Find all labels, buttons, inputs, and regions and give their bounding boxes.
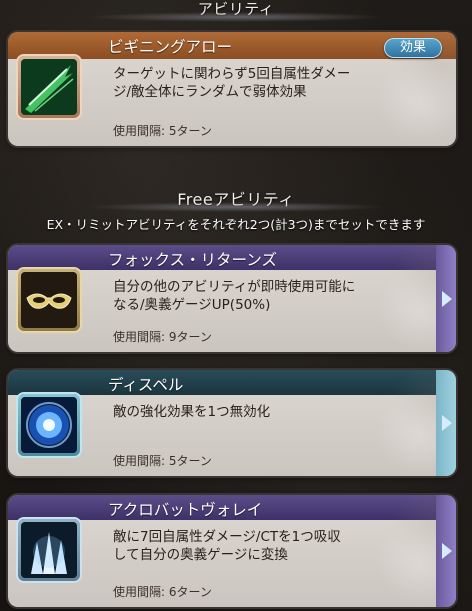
ability-cooldown: 使用間隔: 5ターン — [113, 124, 212, 138]
mask-icon — [21, 272, 77, 328]
ability-cooldown: 使用間隔: 9ターン — [113, 330, 212, 344]
ability-card-fox-returns[interactable]: フォックス・リターンズ 自分の他のアビリティが即時使用可能に なる/奥義ゲージU… — [8, 245, 456, 352]
header-ornament — [86, 12, 386, 22]
section-header-abilities: アビリティ — [0, 0, 472, 22]
ability-icon-frame — [18, 56, 80, 118]
effect-button[interactable]: 効果 — [384, 38, 442, 58]
desc-line: なる/奥義ゲージUP(50%) — [113, 297, 271, 313]
ability-description: ターゲットに関わらず5回自属性ダメー ジ/敵全体にランダムで弱体効果 — [113, 65, 436, 101]
header-ornament — [86, 202, 386, 212]
expand-arrow[interactable] — [436, 495, 456, 607]
ability-icon-frame — [18, 269, 80, 331]
section-header-free: Freeアビリティ — [0, 186, 472, 212]
ability-name: アクロバットヴォレイ — [108, 501, 263, 519]
ability-name: フォックス・リターンズ — [108, 251, 277, 269]
chevron-right-icon — [442, 415, 452, 431]
ability-name: ビギニングアロー — [108, 38, 233, 56]
ability-description: 敵に7回自属性ダメージ/CTを1つ吸収 して自分の奥義ゲージに変換 — [113, 528, 436, 564]
free-ability-note: EX・リミットアビリティをそれぞれ2つ(計3つ)までセットできます — [46, 217, 426, 232]
volley-icon — [21, 522, 77, 578]
desc-line: 自分の他のアビリティが即時使用可能に — [113, 279, 356, 295]
chevron-right-icon — [442, 290, 452, 307]
ability-card-dispel[interactable]: ディスペル 敵の強化効果を1つ無効化 使用間隔: 5ターン — [8, 370, 456, 476]
desc-line: して自分の奥義ゲージに変換 — [113, 547, 288, 563]
desc-line: ターゲットに関わらず5回自属性ダメー — [113, 66, 351, 82]
chevron-right-icon — [442, 543, 452, 559]
ability-card-beginning-arrow[interactable]: ビギニングアロー 効果 ターゲットに関わらず5回自属性ダメー ジ/敵全体にランダ… — [8, 32, 456, 146]
desc-line: ジ/敵全体にランダムで弱体効果 — [113, 84, 307, 100]
ability-icon-frame — [18, 394, 80, 456]
green-arrow-icon — [21, 59, 77, 115]
desc-line: 敵の強化効果を1つ無効化 — [113, 404, 271, 420]
ability-card-acrobat-volley[interactable]: アクロバットヴォレイ 敵に7回自属性ダメージ/CTを1つ吸収 して自分の奥義ゲー… — [8, 495, 456, 607]
ability-description: 敵の強化効果を1つ無効化 — [113, 403, 436, 421]
ability-cooldown: 使用間隔: 6ターン — [113, 585, 212, 599]
ability-cooldown: 使用間隔: 5ターン — [113, 454, 212, 468]
expand-arrow[interactable] — [436, 370, 456, 476]
desc-line: 敵に7回自属性ダメージ/CTを1つ吸収 — [113, 529, 341, 545]
ability-description: 自分の他のアビリティが即時使用可能に なる/奥義ゲージUP(50%) — [113, 278, 436, 314]
ability-icon-frame — [18, 519, 80, 581]
blue-orb-icon — [21, 397, 77, 453]
expand-arrow[interactable] — [436, 245, 456, 352]
ability-name: ディスペル — [108, 376, 184, 394]
